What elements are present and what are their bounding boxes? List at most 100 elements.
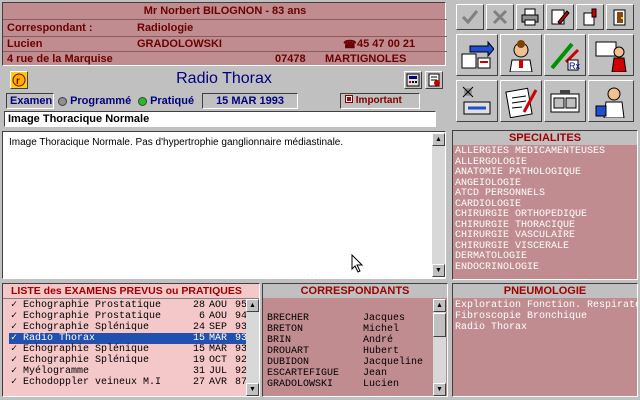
- print-toolbar-button[interactable]: [516, 4, 544, 30]
- exam-label: Examen: [6, 93, 54, 109]
- pneumologie-panel: PNEUMOLOGIE Exploration Fonction. Respir…: [452, 283, 638, 397]
- list-item[interactable]: BRETON Michel: [265, 324, 435, 335]
- list-item[interactable]: Fibroscopie Bronchique: [455, 311, 637, 322]
- list-item[interactable]: ATCD PERSONNELS: [455, 188, 621, 200]
- important-checkbox[interactable]: Important: [340, 93, 420, 109]
- pneumologie-title: PNEUMOLOGIE: [453, 284, 637, 298]
- specialites-list[interactable]: ALLERGIES MEDICAMENTEUSES ALLERGOLOGIE A…: [455, 146, 621, 274]
- list-item[interactable]: ESCARTEFIGUE Jean: [265, 368, 435, 379]
- list-item[interactable]: CHIRURGIE ORTHOPEDIQUE: [455, 209, 621, 221]
- correspondant-label: Correspondant :: [7, 22, 93, 34]
- door-icon: [613, 9, 626, 26]
- exams-list-title: LISTE des EXAMENS PREVUS ou PRATIQUES: [3, 284, 259, 298]
- delete-button[interactable]: [576, 4, 604, 30]
- patient-header: Mr Norbert BILOGNON - 83 ans Corresponda…: [2, 2, 447, 66]
- correspondants-panel: CORRESPONDANTS BRECHER Jacques BRETON Mich…: [262, 283, 448, 397]
- correspondants-scrollbar[interactable]: ▲ ▼: [433, 299, 446, 396]
- notes-scrollbar[interactable]: ▲ ▼: [432, 133, 445, 277]
- exam-notes-text: Image Thoracique Normale. Pas d'hypertro…: [9, 137, 344, 148]
- cross-icon: [492, 9, 508, 25]
- table-row[interactable]: ✓ Echographie Splénique 24 SEP 93: [9, 322, 257, 333]
- xray-icon: [462, 86, 491, 115]
- pencil-icon: [551, 9, 570, 25]
- exam-title: Radio Thorax: [176, 70, 272, 87]
- table-row[interactable]: ✓ Echographie Splénique 15 MAR 93: [9, 344, 257, 355]
- document-icon: [428, 73, 440, 87]
- exams-list-scrollbar[interactable]: ▲ ▼: [246, 299, 259, 396]
- radiology-button[interactable]: [456, 80, 498, 122]
- correspondants-list[interactable]: BRECHER Jacques BRETON Michel BRIN André DR…: [265, 300, 433, 396]
- address-city: MARTIGNOLES: [325, 53, 407, 65]
- validate-button[interactable]: [456, 4, 484, 30]
- list-item[interactable]: CHIRURGIE VASCULAIRE: [455, 230, 621, 242]
- scroll-up-icon[interactable]: ▲: [246, 299, 259, 312]
- doctor-icon: [509, 40, 533, 72]
- list-item[interactable]: GRADOLOWSKI Lucien: [265, 379, 435, 390]
- syringe-icon: Rx: [550, 42, 580, 71]
- list-item[interactable]: Exploration Fonction. Respiratoire: [455, 300, 637, 311]
- radio-done[interactable]: Pratiqué: [138, 95, 194, 107]
- list-item[interactable]: Radio Thorax: [455, 322, 637, 333]
- table-row-selected[interactable]: ✓ Radio Thorax 15 MAR 93: [9, 333, 257, 344]
- exams-list-panel: LISTE des EXAMENS PREVUS ou PRATIQUES ✓ …: [2, 283, 260, 397]
- specialites-title: SPECIALITES: [453, 131, 637, 145]
- teacher-button[interactable]: [588, 34, 634, 76]
- scroll-up-icon[interactable]: ▲: [433, 299, 446, 312]
- address-row: 4 rue de la Marquise 07478 MARTIGNOLES: [3, 52, 447, 66]
- cancel-button[interactable]: [486, 4, 514, 30]
- radio-planned[interactable]: Programmé: [58, 95, 131, 107]
- address-zip: 07478: [275, 53, 306, 65]
- transfer-button[interactable]: [456, 34, 498, 76]
- scroll-down-icon[interactable]: ▼: [432, 264, 445, 277]
- consultation-icon: [595, 87, 625, 118]
- scroll-up-icon[interactable]: ▲: [432, 133, 445, 146]
- correspondant-row: Correspondant : Radiologie: [3, 21, 447, 35]
- list-item[interactable]: DERMATOLOGIE: [455, 251, 621, 263]
- records-button[interactable]: [544, 80, 586, 122]
- pneumologie-list[interactable]: Exploration Fonction. Respiratoire Fibro…: [455, 300, 637, 333]
- consultation-button[interactable]: [588, 80, 634, 122]
- print-button[interactable]: [425, 71, 443, 89]
- calculator-button[interactable]: [404, 71, 422, 89]
- table-row[interactable]: ✓ Myélogramme 31 JUL 92: [9, 366, 257, 377]
- contact-first-name: Lucien: [7, 38, 43, 50]
- correspondants-title: CORRESPONDANTS: [263, 284, 447, 298]
- contact-row: Lucien GRADOLOWSKI ☎ 45 47 00 21: [3, 37, 447, 51]
- edit-button[interactable]: [546, 4, 574, 30]
- list-item[interactable]: BRECHER Jacques: [265, 313, 435, 324]
- exam-date-field[interactable]: 15 MAR 1993: [202, 93, 298, 109]
- svg-text:Rx: Rx: [569, 61, 580, 71]
- prescription-button[interactable]: Rx: [544, 34, 586, 76]
- exam-notes-area[interactable]: Image Thoracique Normale. Pas d'hypertro…: [2, 131, 446, 279]
- transfer-arrow-icon: [461, 40, 494, 69]
- trash-icon: [583, 8, 597, 26]
- list-item[interactable]: ALLERGIES MEDICAMENTEUSES: [455, 146, 621, 158]
- scroll-thumb[interactable]: [433, 313, 446, 337]
- doctor-button[interactable]: [500, 34, 542, 76]
- list-item[interactable]: ENDOCRINOLOGIE: [455, 262, 621, 274]
- table-row[interactable]: ✓ Echodoppler veineux M.I 27 AVR 87: [9, 377, 257, 388]
- report-button[interactable]: [500, 80, 542, 122]
- contact-last-name: GRADOLOWSKI: [137, 38, 222, 50]
- list-item[interactable]: BRIN André: [265, 335, 435, 346]
- teacher-icon: [595, 41, 627, 72]
- calculator-icon: [406, 73, 420, 87]
- report-icon: [505, 87, 538, 118]
- important-label: Important: [355, 95, 402, 106]
- list-item[interactable]: DUBIDON Jacqueline: [265, 357, 435, 368]
- scroll-down-icon[interactable]: ▼: [246, 383, 259, 396]
- scroll-down-icon[interactable]: ▼: [433, 383, 446, 396]
- exam-title-bar: r Radio Thorax: [2, 68, 446, 92]
- table-row[interactable]: ✓ Echographie Splénique 19 OCT 92: [9, 355, 257, 366]
- important-checkbox-box: [345, 95, 353, 103]
- table-row[interactable]: ✓ Echographie Prostatique 28 AOU 95: [9, 300, 257, 311]
- exam-summary-field[interactable]: Image Thoracique Normale: [4, 111, 436, 127]
- list-item[interactable]: ANATOMIE PATHOLOGIQUE: [455, 167, 621, 179]
- list-item[interactable]: DROUART Hubert: [265, 346, 435, 357]
- printer-icon: [521, 8, 539, 26]
- exams-list[interactable]: ✓ Echographie Prostatique 28 AOU 95 ✓ Ec…: [9, 300, 257, 396]
- exit-button[interactable]: [606, 4, 634, 30]
- patient-name: Mr Norbert BILOGNON - 83 ans: [143, 5, 307, 17]
- radio-planned-indicator: [58, 96, 67, 106]
- table-row[interactable]: ✓ Echographie Prostatique 6 AOU 94: [9, 311, 257, 322]
